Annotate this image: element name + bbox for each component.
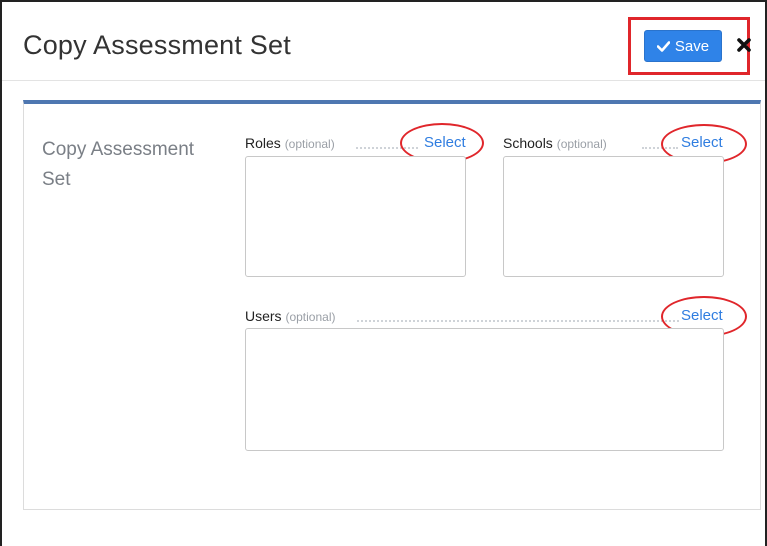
save-button[interactable]: Save bbox=[644, 30, 722, 62]
users-box[interactable] bbox=[245, 328, 724, 451]
roles-box[interactable] bbox=[245, 156, 466, 277]
users-optional: (optional) bbox=[285, 310, 336, 324]
users-dots bbox=[357, 320, 679, 322]
roles-label: Roles bbox=[245, 135, 281, 151]
users-label: Users bbox=[245, 308, 282, 324]
schools-optional: (optional) bbox=[556, 137, 607, 151]
schools-label: Schools bbox=[503, 135, 553, 151]
roles-optional: (optional) bbox=[284, 137, 335, 151]
schools-field-label: Schools (optional) bbox=[503, 135, 607, 151]
schools-box[interactable] bbox=[503, 156, 724, 277]
save-button-label: Save bbox=[674, 37, 710, 55]
section-label: Copy Assessment Set bbox=[42, 139, 195, 190]
modal-header: Copy Assessment Set Save bbox=[2, 2, 765, 81]
modal-title: Copy Assessment Set bbox=[23, 30, 291, 60]
close-icon[interactable] bbox=[737, 37, 751, 53]
roles-field-label: Roles (optional) bbox=[245, 135, 335, 151]
copy-assessment-modal: Copy Assessment Set Save Copy Assessment… bbox=[0, 0, 767, 546]
copy-panel: Copy Assessment Set Roles (optional) Sel… bbox=[23, 100, 761, 510]
users-field-label: Users (optional) bbox=[245, 308, 335, 324]
check-icon bbox=[656, 40, 670, 52]
